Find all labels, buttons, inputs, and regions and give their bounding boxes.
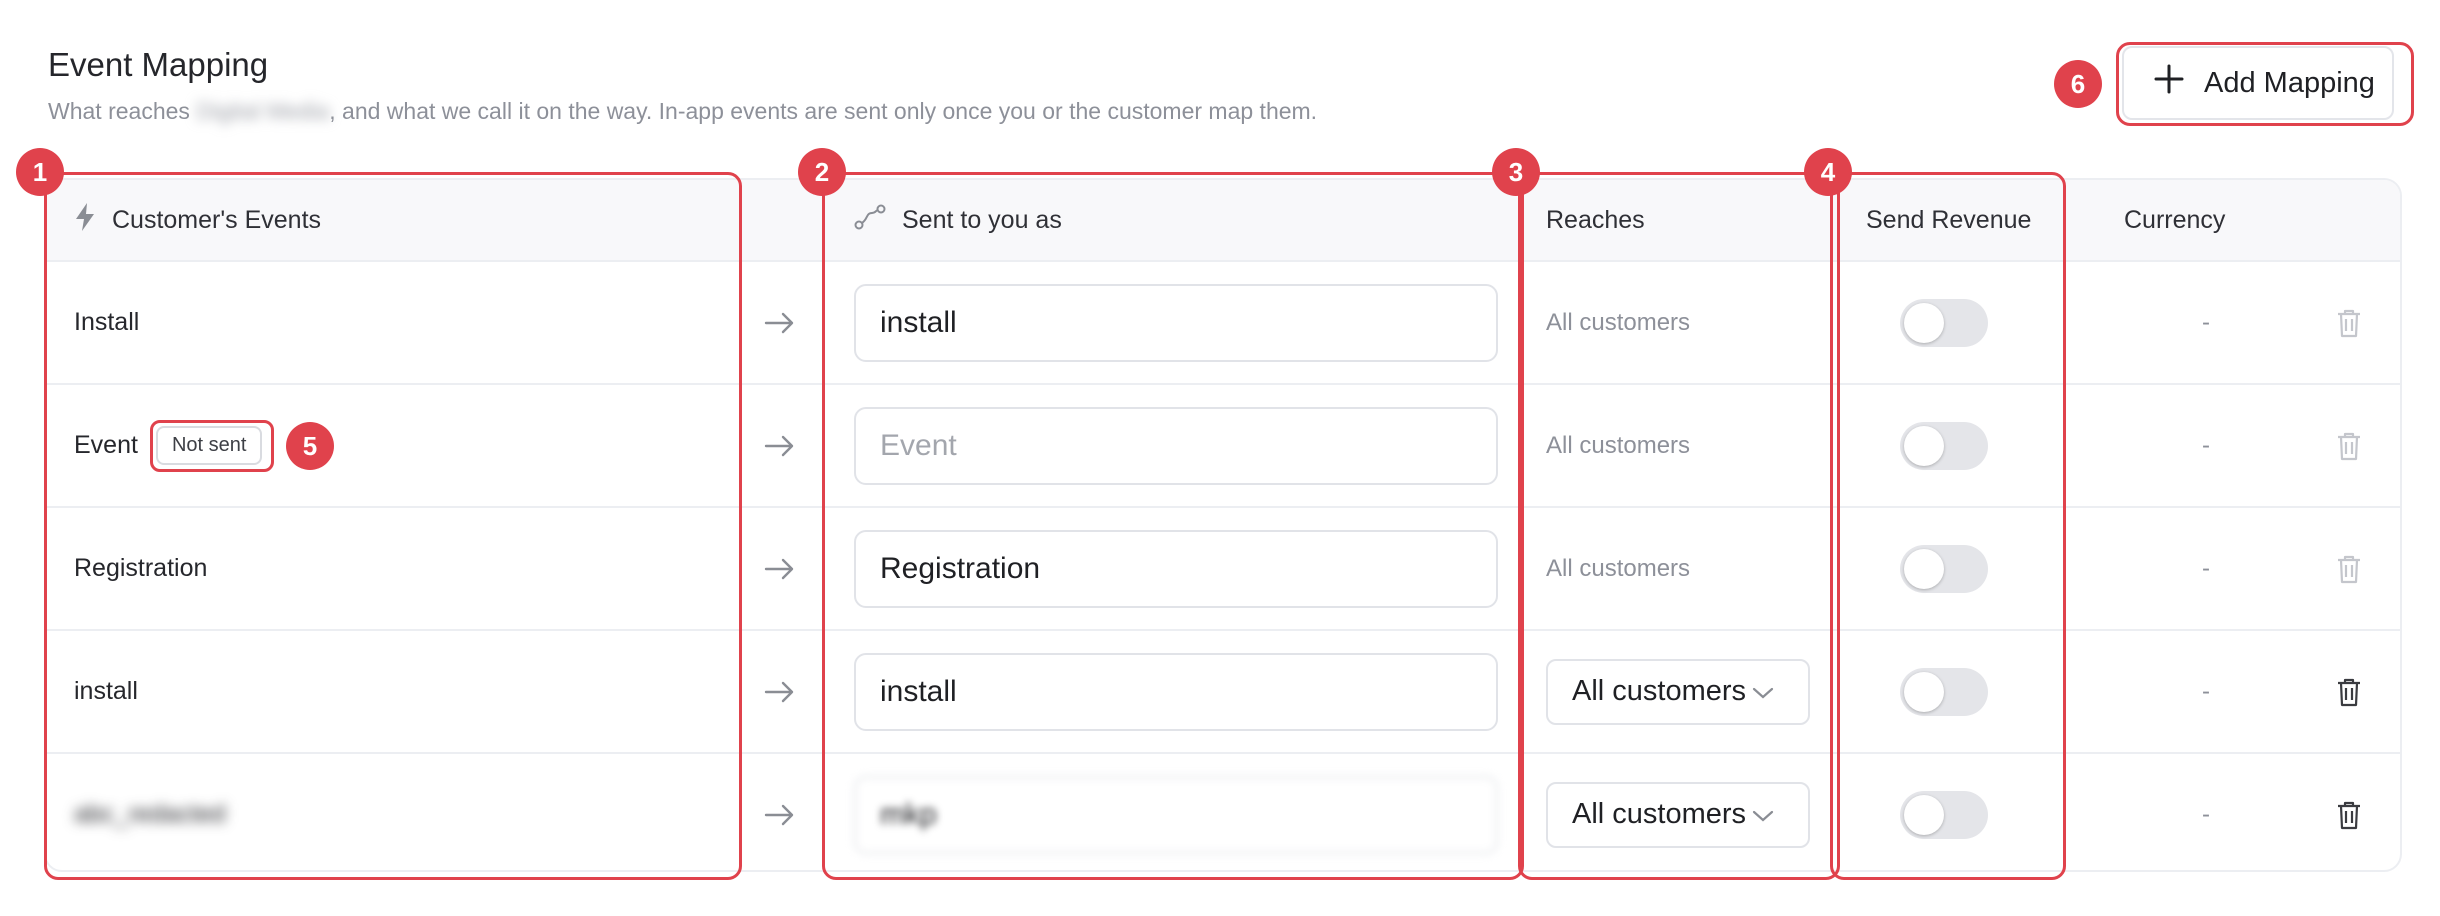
event-mapping-table: Customer's Events Sent to you as Reaches…: [44, 178, 2402, 872]
add-mapping-label: Add Mapping: [2204, 66, 2375, 99]
send-revenue-toggle[interactable]: [1900, 544, 1988, 593]
sent-as-input[interactable]: [854, 406, 1498, 485]
reaches-text: All customers: [1546, 554, 1691, 582]
sent-as-input[interactable]: [854, 652, 1498, 731]
currency-value: -: [2202, 677, 2210, 705]
arrow-right-icon: [764, 508, 796, 629]
trash-icon[interactable]: [2336, 631, 2362, 752]
sent-as-input[interactable]: [854, 775, 1498, 854]
event-name: Registration: [74, 554, 208, 582]
event-name-redacted: abc_redacted: [74, 800, 226, 828]
reaches-text: All customers: [1546, 431, 1691, 459]
send-revenue-toggle[interactable]: [1900, 421, 1988, 470]
currency-value: -: [2202, 554, 2210, 582]
page-subtitle: What reaches Digital Media, and what we …: [48, 98, 1318, 124]
page-title: Event Mapping: [48, 46, 269, 83]
add-mapping-button[interactable]: Add Mapping: [2122, 46, 2394, 120]
table-row: Install All customers -: [46, 262, 2400, 385]
column-customer-events: Customer's Events: [74, 180, 321, 260]
annotation-badge-5: 5: [286, 422, 334, 470]
lightning-icon: [74, 202, 96, 239]
annotation-badge-4: 4: [1804, 148, 1852, 196]
arrow-right-icon: [764, 754, 796, 870]
chevron-down-icon: [1752, 798, 1774, 831]
trash-icon[interactable]: [2336, 385, 2362, 506]
event-name: install: [74, 677, 138, 705]
table-row: install All customers -: [46, 631, 2400, 754]
annotation-badge-6: 6: [2054, 60, 2102, 108]
arrow-right-icon: [764, 631, 796, 752]
plus-icon: [2154, 64, 2184, 102]
sent-as-input[interactable]: [854, 283, 1498, 362]
chevron-down-icon: [1752, 675, 1774, 708]
column-sent-as: Sent to you as: [854, 180, 1062, 260]
annotation-badge-2: 2: [798, 148, 846, 196]
reaches-select[interactable]: All customers: [1546, 658, 1810, 725]
column-reaches: Reaches: [1546, 205, 1645, 234]
table-row: abc_redacted All customers -: [46, 754, 2400, 870]
redacted-text: Digital Media: [196, 98, 330, 124]
trash-icon[interactable]: [2336, 754, 2362, 870]
currency-value: -: [2202, 431, 2210, 459]
send-revenue-toggle[interactable]: [1900, 298, 1988, 347]
arrow-right-icon: [764, 262, 796, 383]
reaches-text: All customers: [1546, 308, 1691, 336]
reaches-select[interactable]: All customers: [1546, 781, 1810, 848]
annotation-badge-1: 1: [16, 148, 64, 196]
arrow-right-icon: [764, 385, 796, 506]
sent-as-input[interactable]: [854, 529, 1498, 608]
send-revenue-toggle[interactable]: [1900, 790, 1988, 839]
column-send-revenue: Send Revenue: [1866, 205, 2032, 234]
event-name: Event: [74, 431, 138, 459]
column-currency: Currency: [2124, 205, 2226, 234]
send-revenue-toggle[interactable]: [1900, 667, 1988, 716]
event-name: Install: [74, 308, 140, 336]
currency-value: -: [2202, 308, 2210, 336]
currency-value: -: [2202, 800, 2210, 828]
table-row: Event Not sent All customers -: [46, 385, 2400, 508]
table-row: Registration All customers -: [46, 508, 2400, 631]
not-sent-badge: Not sent: [155, 426, 263, 465]
trash-icon[interactable]: [2336, 508, 2362, 629]
route-icon: [854, 203, 886, 238]
table-header: Customer's Events Sent to you as Reaches…: [46, 180, 2400, 262]
annotation-badge-3: 3: [1492, 148, 1540, 196]
trash-icon[interactable]: [2336, 262, 2362, 383]
